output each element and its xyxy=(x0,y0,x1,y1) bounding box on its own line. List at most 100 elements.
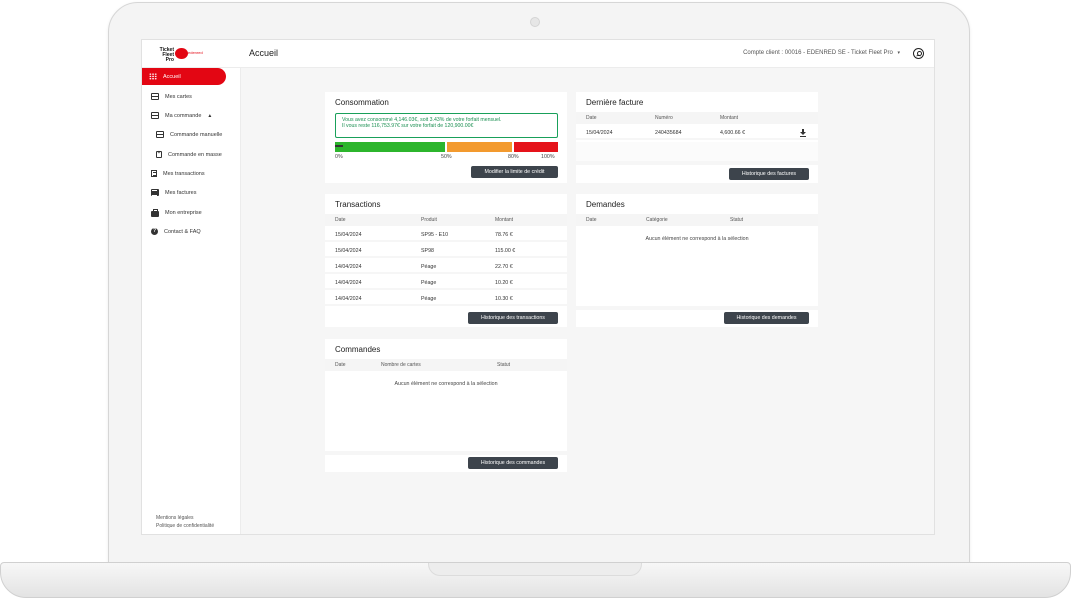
sidebar-item-label: Ma commande xyxy=(165,112,202,119)
chevron-down-icon: ▾ xyxy=(897,50,900,56)
invoice-amount: 4,600.66 € xyxy=(720,130,746,136)
column-header: Date xyxy=(586,115,597,121)
card-footer: Historique des factures xyxy=(576,161,818,183)
transaction-amount: 10.30 € xyxy=(495,296,513,302)
transaction-amount: 22.70 € xyxy=(495,264,513,270)
sidebar: Accueil Mes cartes Ma commande ▲ Command… xyxy=(142,68,241,534)
order-history-button[interactable]: Historique des commandes xyxy=(468,457,558,469)
transaction-date: 14/04/2024 xyxy=(335,296,362,302)
logo-text: Ticket Fleet Pro xyxy=(159,47,174,63)
usage-marker xyxy=(335,145,343,147)
usage-bar-green xyxy=(335,142,445,152)
table-row[interactable]: 15/04/2024 SP98 115.00 € xyxy=(325,244,567,258)
list-icon xyxy=(151,189,159,196)
sidebar-item-ma-commande[interactable]: Ma commande ▲ xyxy=(144,107,228,124)
app-screen: Ticket Fleet Pro edenred Accueil Compte … xyxy=(141,39,935,535)
request-history-button[interactable]: Historique des demandes xyxy=(724,312,809,324)
invoice-history-button[interactable]: Historique des factures xyxy=(729,168,809,180)
camera-dot xyxy=(530,17,540,27)
table-row[interactable]: 14/04/2024 Péage 10.30 € xyxy=(325,292,567,306)
app-header: Ticket Fleet Pro edenred Accueil Compte … xyxy=(142,40,934,68)
table-header: Date Numéro Montant xyxy=(576,112,818,124)
transaction-product: Péage xyxy=(421,296,437,302)
card-title: Consommation xyxy=(335,98,389,107)
sidebar-footer: Mentions légales Politique de confidenti… xyxy=(156,514,214,530)
column-header: Montant xyxy=(720,115,739,121)
laptop-notch xyxy=(428,563,642,576)
derniere-facture-card: Dernière facture Date Numéro Montant 15/… xyxy=(576,92,818,183)
consumption-notice: Vous avez consommé 4,146.03€, soit 3.43%… xyxy=(335,113,558,138)
card-icon xyxy=(156,131,164,138)
table-empty-space xyxy=(576,142,818,161)
sidebar-item-mes-cartes[interactable]: Mes cartes xyxy=(144,88,228,105)
card-footer: Historique des demandes xyxy=(576,306,818,327)
sidebar-item-label: Mon entreprise xyxy=(165,209,202,216)
sidebar-item-mes-transactions[interactable]: Mes transactions xyxy=(144,165,228,182)
table-row[interactable]: 14/04/2024 Péage 10.20 € xyxy=(325,276,567,290)
sidebar-item-commande-en-masse[interactable]: Commande en masse xyxy=(144,146,228,163)
table-header: Date Nombre de cartes Statut xyxy=(325,359,567,371)
sidebar-item-commande-manuelle[interactable]: Commande manuelle xyxy=(144,126,228,143)
card-footer: Historique des commandes xyxy=(325,451,567,472)
user-account-icon[interactable] xyxy=(913,48,924,59)
briefcase-icon xyxy=(151,208,159,217)
invoice-date: 15/04/2024 xyxy=(586,130,613,136)
sidebar-item-contact-faq[interactable]: ? Contact & FAQ xyxy=(144,223,228,240)
column-header: Statut xyxy=(497,362,511,368)
empty-state-message: Aucun élément ne correspond à la sélecti… xyxy=(394,381,498,387)
transaction-history-button[interactable]: Historique des transactions xyxy=(468,312,558,324)
chevron-up-icon: ▲ xyxy=(207,112,213,119)
column-header: Statut xyxy=(730,217,744,223)
sidebar-item-accueil[interactable]: Accueil xyxy=(142,68,226,85)
sidebar-item-label: Commande manuelle xyxy=(170,131,223,138)
transaction-product: Péage xyxy=(421,264,437,270)
ticket-fleet-pro-logo[interactable]: Ticket Fleet Pro edenred xyxy=(154,47,203,63)
account-selector[interactable]: Compte client : 00016 - EDENRED SE - Tic… xyxy=(743,50,900,56)
transaction-date: 15/04/2024 xyxy=(335,232,362,238)
card-title: Dernière facture xyxy=(586,98,644,107)
transaction-date: 14/04/2024 xyxy=(335,264,362,270)
card-icon xyxy=(151,93,159,100)
receipt-icon xyxy=(151,170,157,177)
invoice-number: 240435684 xyxy=(655,130,682,136)
card-title: Transactions xyxy=(335,200,381,209)
bar-label-0: 0% xyxy=(335,154,343,160)
page-title: Accueil xyxy=(249,48,279,58)
transaction-date: 15/04/2024 xyxy=(335,248,362,254)
table-row[interactable]: 15/04/2024 SP95 - E10 78.76 € xyxy=(325,228,567,242)
transaction-amount: 78.76 € xyxy=(495,232,513,238)
sidebar-item-mon-entreprise[interactable]: Mon entreprise xyxy=(144,204,228,221)
transaction-product: Péage xyxy=(421,280,437,286)
download-icon[interactable] xyxy=(800,129,806,136)
account-value: 00016 - EDENRED SE - Ticket Fleet Pro xyxy=(784,50,893,56)
column-header: Montant xyxy=(495,217,514,223)
account-label: Compte client : xyxy=(743,50,784,56)
notice-line: Il vous reste 116,753.97€ sur votre forf… xyxy=(342,123,474,129)
card-icon xyxy=(151,112,159,119)
transaction-product: SP95 - E10 xyxy=(421,232,449,238)
sidebar-item-label: Mes factures xyxy=(165,189,197,196)
commandes-card: Commandes Date Nombre de cartes Statut A… xyxy=(325,339,567,472)
help-icon: ? xyxy=(151,228,158,235)
transaction-date: 14/04/2024 xyxy=(335,280,362,286)
sidebar-item-label: Commande en masse xyxy=(168,151,222,158)
download-icon-base xyxy=(800,136,806,137)
sidebar-item-label: Mes transactions xyxy=(163,170,205,177)
edenred-logo-icon xyxy=(175,48,188,59)
empty-state-message: Aucun élément ne correspond à la sélecti… xyxy=(645,236,749,242)
privacy-link[interactable]: Politique de confidentialité xyxy=(156,522,214,530)
consommation-card: Consommation Vous avez consommé 4,146.03… xyxy=(325,92,567,183)
legal-link[interactable]: Mentions légales xyxy=(156,514,214,522)
logo-brand: edenred xyxy=(188,50,203,55)
laptop-mockup: Ticket Fleet Pro edenred Accueil Compte … xyxy=(0,0,1071,600)
sidebar-item-mes-factures[interactable]: Mes factures xyxy=(144,184,228,201)
column-header: Produit xyxy=(421,217,437,223)
table-row[interactable]: 15/04/2024 240435684 4,600.66 € xyxy=(576,126,818,140)
bar-label-80: 80% xyxy=(508,154,519,160)
table-row[interactable]: 14/04/2024 Péage 22.70 € xyxy=(325,260,567,274)
document-icon xyxy=(156,150,162,158)
grid-icon xyxy=(149,73,157,80)
transaction-amount: 115.00 € xyxy=(495,248,516,254)
column-header: Catégorie xyxy=(646,217,668,223)
modify-credit-limit-button[interactable]: Modifier la limite de crédit xyxy=(471,166,558,178)
